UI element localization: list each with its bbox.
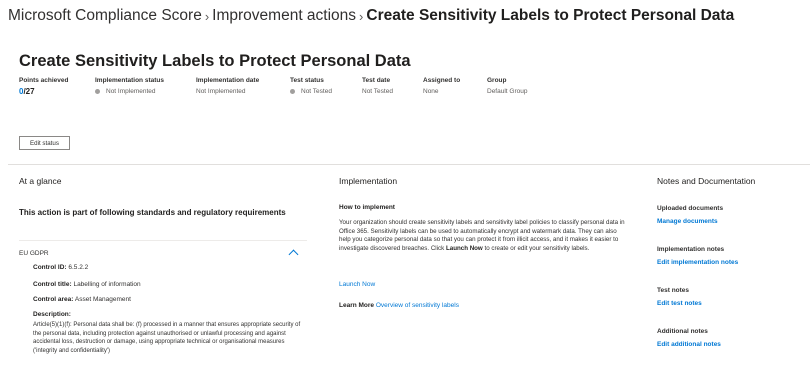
group: Group Default Group [487,77,527,95]
standard-name: EU GDPR [19,250,49,257]
points-total-value: /27 [23,87,35,96]
impl-date-label: Implementation date [196,77,260,84]
description-text: Article(5)(1)(f): Personal data shall be… [33,322,301,354]
test-notes-label: Test notes [657,287,690,294]
description-label: Description: [33,311,71,318]
standards-title: This action is part of following standar… [19,208,286,217]
learn-more-label: Learn More [339,302,375,309]
breadcrumb-root[interactable]: Microsoft Compliance Score [8,7,202,25]
breadcrumb: Microsoft Compliance Score › Improvement… [8,7,734,25]
impl-status-value: Not Implemented [106,88,156,95]
group-value: Default Group [487,88,528,95]
standards-divider [19,240,307,241]
control-title-value: Labelling of information [73,281,141,288]
how-to-implement-label: How to implement [339,204,395,211]
points-label: Points achieved [19,77,69,84]
control-id-value: 6.5.2.2 [68,264,89,271]
group-label: Group [487,77,507,84]
test-status-label: Test status [290,77,324,84]
test-date-value: Not Tested [362,88,393,95]
control-area-label: Control area: [33,296,74,303]
implementation-date: Implementation date Not Implemented [196,77,259,95]
manage-documents-link[interactable]: Manage documents [657,218,723,225]
assigned-label: Assigned to [423,77,461,84]
implementation-notes-label: Implementation notes [657,246,725,253]
control-id: Control ID: 6.5.2.2 [33,264,88,271]
test-date: Test date Not Tested [362,77,393,95]
chevron-right-icon: › [359,8,364,24]
launch-now-link[interactable]: Launch Now [339,281,375,288]
edit-status-button[interactable]: Edit status [19,136,70,150]
status-dot-icon [290,89,295,94]
control-area: Control area: Asset Management [33,296,131,303]
test-status: Test status Not Tested [290,77,332,95]
additional-notes: Additional notes Edit additional notes [657,328,721,348]
implementation-status: Implementation status Not Implemented [95,77,164,95]
control-title: Control title: Labelling of information [33,281,141,288]
edit-test-notes-link[interactable]: Edit test notes [657,300,702,307]
chevron-right-icon: › [204,8,210,24]
section-divider [8,164,810,165]
implementation-body: Your organization should create sensitiv… [339,219,629,253]
learn-more: Learn More Overview of sensitivity label… [339,302,459,309]
test-status-value: Not Tested [301,88,332,95]
edit-additional-notes-link[interactable]: Edit additional notes [657,341,721,348]
implementation-heading: Implementation [339,176,398,186]
uploaded-documents: Uploaded documents Manage documents [657,205,723,225]
breadcrumb-current: Create Sensitivity Labels to Protect Per… [366,7,735,24]
uploaded-documents-label: Uploaded documents [657,205,724,212]
breadcrumb-section[interactable]: Improvement actions [212,7,356,25]
page-title: Create Sensitivity Labels to Protect Per… [19,52,411,70]
points-value: 0/27 [19,87,69,96]
status-dot-icon [95,89,100,94]
implementation-notes: Implementation notes Edit implementation… [657,246,738,266]
impl-status-label: Implementation status [95,77,164,84]
test-date-label: Test date [362,77,391,84]
description-label-wrap: Description: [33,311,71,318]
at-a-glance-heading: At a glance [19,176,62,186]
control-title-label: Control title: [33,281,72,288]
control-id-label: Control ID: [33,264,67,271]
assigned-value: None [423,88,439,95]
control-area-value: Asset Management [74,296,131,303]
chevron-up-icon[interactable] [288,249,299,260]
implementation-body-text-end: to create or edit your sensitivity label… [482,244,590,252]
test-notes: Test notes Edit test notes [657,287,702,307]
edit-implementation-notes-link[interactable]: Edit implementation notes [657,259,738,266]
notes-heading: Notes and Documentation [657,176,756,186]
assigned-to: Assigned to None [423,77,460,95]
overview-link[interactable]: Overview of sensitivity labels [376,302,459,309]
implementation-body-bold: Launch Now [445,244,483,252]
impl-date-value: Not Implemented [196,88,246,95]
points-achieved: Points achieved 0/27 [19,77,69,96]
additional-notes-label: Additional notes [657,328,708,335]
